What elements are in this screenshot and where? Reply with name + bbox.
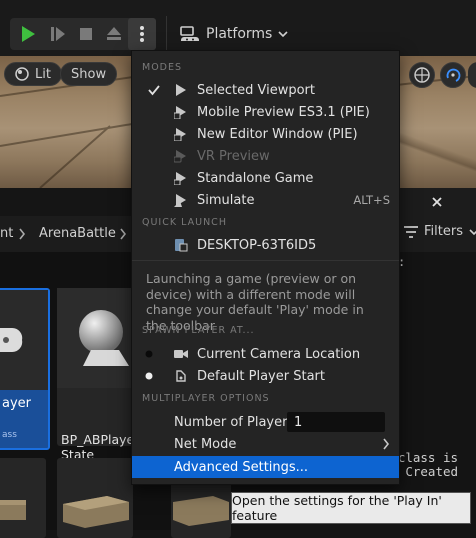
asset-tile-player[interactable]: ayer ass bbox=[0, 288, 50, 450]
shortcut-label: ALT+S bbox=[353, 193, 390, 207]
number-of-players-label: Number of Players bbox=[174, 414, 295, 430]
menu-item-label: Selected Viewport bbox=[197, 82, 315, 98]
section-header-modes: MODES bbox=[142, 62, 183, 73]
wall-mesh-thumbnail bbox=[0, 500, 26, 520]
breadcrumb-prev[interactable]: nt bbox=[0, 226, 13, 241]
standalone-icon bbox=[174, 172, 186, 185]
vr-headset-icon bbox=[174, 150, 186, 163]
step-icon bbox=[51, 27, 65, 41]
menu-item-current-camera[interactable]: Current Camera Location bbox=[132, 343, 399, 365]
play-controls bbox=[10, 18, 156, 50]
menu-item-new-editor-window[interactable]: New Editor Window (PIE) bbox=[132, 123, 399, 145]
platforms-label: Platforms bbox=[206, 26, 273, 42]
world-grid-button[interactable] bbox=[409, 62, 435, 88]
menu-item-standalone-game[interactable]: Standalone Game bbox=[132, 167, 399, 189]
asset-name: ayer bbox=[2, 396, 32, 411]
gamepad-icon bbox=[0, 327, 23, 353]
play-options-button[interactable] bbox=[128, 18, 156, 50]
breadcrumb-current[interactable]: ArenaBattle bbox=[39, 226, 116, 241]
play-mode-info-text: Launching a game (preview or on device) … bbox=[146, 271, 364, 333]
chevron-right-icon bbox=[120, 228, 127, 240]
eject-icon bbox=[107, 27, 121, 40]
platforms-button[interactable]: Platforms bbox=[180, 20, 288, 48]
radio-selected-icon bbox=[145, 372, 153, 380]
wall-mesh-thumbnail bbox=[63, 496, 129, 528]
menu-item-label: Default Player Start bbox=[197, 368, 325, 384]
camera-icon bbox=[174, 350, 188, 358]
net-mode-submenu[interactable]: Net Mode bbox=[132, 433, 399, 455]
platforms-icon bbox=[180, 26, 199, 41]
chevron-right-icon bbox=[383, 438, 390, 450]
viewport-more-button[interactable] bbox=[468, 62, 476, 88]
asset-tile-bp-abplayerstate[interactable]: BP_ABPlayer State Blueprint Class bbox=[57, 288, 139, 479]
sphere-thumbnail-icon bbox=[79, 310, 129, 366]
advanced-settings-button[interactable]: Advanced Settings... bbox=[132, 456, 399, 478]
globe-icon bbox=[414, 67, 430, 83]
mobile-preview-icon bbox=[174, 106, 186, 119]
stop-button[interactable] bbox=[72, 18, 100, 50]
asset-tile[interactable] bbox=[0, 458, 46, 538]
asset-tile[interactable] bbox=[57, 458, 133, 538]
number-of-players-value: 1 bbox=[294, 414, 303, 430]
lit-label: Lit bbox=[35, 66, 51, 82]
number-of-players-row: Number of Players 1 bbox=[132, 411, 399, 433]
menu-item-label: VR Preview bbox=[197, 148, 270, 164]
menu-item-label: New Editor Window (PIE) bbox=[197, 126, 358, 142]
menu-item-label: Current Camera Location bbox=[197, 346, 361, 362]
tab-close-area bbox=[398, 188, 476, 216]
stop-icon bbox=[80, 28, 92, 40]
play-icon bbox=[22, 26, 35, 42]
new-window-icon bbox=[174, 128, 186, 141]
advance-frame-button[interactable] bbox=[44, 18, 72, 50]
wall-mesh-thumbnail bbox=[173, 496, 229, 526]
chevron-right-icon bbox=[19, 228, 26, 240]
advanced-settings-label: Advanced Settings... bbox=[174, 459, 309, 475]
eject-button[interactable] bbox=[100, 18, 128, 50]
asset-type: ass bbox=[2, 430, 17, 440]
section-header-multiplayer: MULTIPLAYER OPTIONS bbox=[142, 393, 270, 404]
asset-thumbnail bbox=[0, 290, 48, 390]
toolbar-divider bbox=[166, 16, 167, 52]
menu-item-label: DESKTOP-63T6ID5 bbox=[197, 237, 317, 253]
show-label: Show bbox=[71, 66, 107, 82]
menu-item-label: Mobile Preview ES3.1 (PIE) bbox=[197, 104, 370, 120]
section-header-spawn: SPAWN PLAYER AT... bbox=[142, 325, 255, 336]
rotate-icon bbox=[446, 68, 461, 82]
play-triangle-icon bbox=[176, 84, 186, 96]
snap-rotation-button[interactable] bbox=[440, 62, 466, 88]
play-options-menu: MODES Selected Viewport Mobile Preview E… bbox=[131, 50, 400, 485]
player-start-icon bbox=[176, 370, 186, 382]
device-icon bbox=[175, 239, 188, 252]
asset-thumbnail bbox=[57, 288, 133, 388]
menu-item-simulate[interactable]: Simulate ALT+S bbox=[132, 189, 399, 211]
menu-item-label: Standalone Game bbox=[197, 170, 314, 186]
filters-label: Filters bbox=[424, 224, 463, 239]
menu-item-mobile-preview[interactable]: Mobile Preview ES3.1 (PIE) bbox=[132, 101, 399, 123]
tooltip: Open the settings for the 'Play In' feat… bbox=[231, 492, 471, 524]
menu-item-label: Simulate bbox=[197, 192, 255, 208]
play-button[interactable] bbox=[14, 18, 42, 50]
lit-view-mode-button[interactable]: Lit bbox=[4, 62, 62, 86]
menu-item-device[interactable]: DESKTOP-63T6ID5 bbox=[132, 234, 399, 256]
filters-button[interactable]: Filters bbox=[404, 224, 476, 239]
main-toolbar: Platforms bbox=[0, 0, 476, 56]
net-mode-label: Net Mode bbox=[174, 436, 237, 452]
filter-icon bbox=[404, 225, 418, 238]
menu-item-selected-viewport[interactable]: Selected Viewport bbox=[132, 79, 399, 101]
simulate-icon bbox=[174, 194, 186, 207]
lit-sphere-icon bbox=[15, 67, 29, 81]
checkmark-icon bbox=[148, 85, 160, 96]
menu-item-default-player-start[interactable]: Default Player Start bbox=[132, 365, 399, 387]
section-header-quick-launch: QUICK LAUNCH bbox=[142, 217, 227, 228]
chevron-down-icon bbox=[278, 31, 288, 38]
show-flags-button[interactable]: Show bbox=[60, 62, 118, 86]
close-icon[interactable] bbox=[432, 197, 442, 207]
chevron-down-icon bbox=[469, 228, 476, 235]
tooltip-text: Open the settings for the 'Play In' feat… bbox=[232, 493, 442, 523]
radio-unselected-icon bbox=[145, 350, 153, 358]
menu-item-vr-preview: VR Preview bbox=[132, 145, 399, 167]
more-vertical-icon bbox=[140, 26, 144, 42]
number-of-players-input[interactable]: 1 bbox=[287, 412, 385, 432]
menu-divider bbox=[132, 260, 399, 261]
